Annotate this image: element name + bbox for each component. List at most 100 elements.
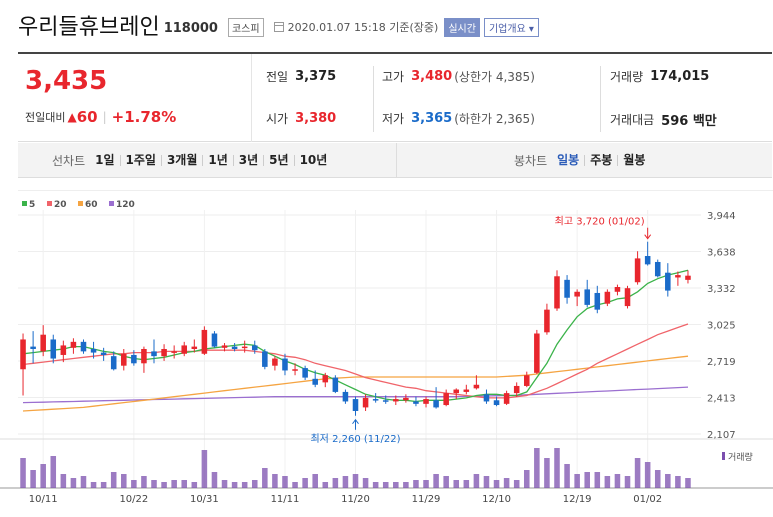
candle-body: [453, 389, 460, 394]
volume-bar: [654, 470, 661, 488]
candle-body: [30, 346, 36, 349]
volume-bar: [70, 478, 77, 488]
stock-header: 우리들휴브레인 118000 코스피 2020.01.07 15:18 기준(장…: [18, 10, 539, 40]
volume-bar: [292, 482, 298, 488]
candle-body: [302, 368, 308, 378]
candle-daily[interactable]: 일봉: [557, 154, 584, 166]
candle-body: [393, 399, 399, 402]
candle-body: [121, 353, 127, 366]
x-tick-label: 10/22: [119, 494, 148, 505]
candle-body: [131, 354, 137, 364]
candle-body: [90, 348, 97, 353]
volume-bar: [483, 476, 490, 488]
volume-bar: [675, 476, 681, 488]
line-chart-label: 선차트: [52, 154, 86, 168]
volume-bar: [322, 482, 329, 488]
period-1d[interactable]: 1일: [95, 154, 119, 166]
stock-code: 118000: [163, 20, 218, 36]
volume-bar: [584, 472, 590, 488]
volume-bar: [503, 478, 510, 488]
candle-body: [332, 377, 339, 392]
y-tick-label: 2,413: [707, 394, 736, 405]
company-name: 우리들휴브레인: [18, 15, 160, 40]
x-tick-label: 12/10: [482, 494, 511, 505]
volume-bar: [191, 482, 198, 488]
volume-bar: [332, 478, 339, 488]
volume-bar: [131, 480, 137, 488]
candle-weekly[interactable]: 주봉: [584, 154, 617, 166]
period-3y[interactable]: 3년: [232, 154, 263, 166]
period-tabs: 선차트 1일 1주일 3개월 1년 3년 5년 10년 봉차트 일봉 주봉 월봉: [18, 143, 772, 178]
quote-panel: 3,435 전일대비 ▲ 60 | +1.78% 전일 3,375 시가 3,3…: [18, 52, 772, 142]
volume-bar: [493, 480, 500, 488]
upper-limit: (상한가 4,385): [454, 70, 535, 84]
volume-bar: [30, 470, 36, 488]
high-annotation: 최고 3,720 (01/02): [555, 216, 645, 228]
candle-body: [312, 378, 318, 385]
candle-body: [80, 341, 87, 352]
candle-body: [262, 351, 268, 367]
candle-body: [221, 345, 228, 348]
low-value: 3,365: [411, 111, 453, 126]
period-1y[interactable]: 1년: [202, 154, 232, 166]
volume-bar: [443, 476, 449, 488]
realtime-button[interactable]: 실시간: [444, 17, 480, 37]
x-tick-label: 12/19: [563, 494, 592, 505]
legend-swatch: [78, 201, 83, 206]
volume-bar: [272, 474, 278, 488]
legend-label: 60: [85, 200, 98, 210]
amount-cell: 거래대금 596 백만: [610, 110, 717, 129]
high-value: 3,480: [411, 69, 453, 84]
candle-body: [443, 393, 449, 406]
candle-body: [473, 384, 480, 389]
candle-body: [634, 258, 641, 283]
period-1w[interactable]: 1주일: [119, 154, 161, 166]
volume-bar: [473, 474, 480, 488]
candle-body: [211, 333, 218, 347]
volume-label: 거래량: [610, 70, 644, 84]
period-5y[interactable]: 5년: [263, 154, 293, 166]
divider: [600, 66, 601, 132]
volume-bar: [231, 482, 238, 488]
volume-bar: [151, 480, 157, 488]
candle-body: [534, 333, 540, 373]
volume-cell: 거래량 174,015: [610, 68, 709, 85]
candle-body: [231, 346, 238, 349]
volume-bar: [453, 480, 460, 488]
volume-bar: [534, 448, 540, 488]
low-cell: 저가 3,365 (하한가 2,365): [382, 110, 535, 127]
prev-close-label: 전일: [266, 70, 289, 84]
candle-body: [544, 309, 550, 333]
market-badge: 코스피: [227, 17, 264, 37]
candle-body: [141, 348, 147, 364]
volume-bar: [644, 462, 651, 488]
high-cell: 고가 3,480 (상한가 4,385): [382, 68, 535, 85]
divider: |: [102, 110, 107, 124]
volume-bar: [523, 470, 530, 488]
change-percent: +1.78%: [111, 108, 177, 126]
period-3m[interactable]: 3개월: [160, 154, 202, 166]
volume-bar: [121, 474, 127, 488]
y-tick-label: 3,944: [707, 211, 736, 222]
candle-monthly[interactable]: 월봉: [617, 154, 650, 166]
low-annotation: 최저 2,260 (11/22): [310, 433, 400, 445]
company-overview-dropdown[interactable]: 기업개요 ▾: [483, 17, 539, 37]
volume-bar: [221, 480, 228, 488]
candle-body: [382, 400, 389, 402]
divider: [373, 66, 374, 132]
candle-body: [110, 356, 117, 370]
period-10y[interactable]: 10년: [293, 154, 333, 166]
volume-bar: [282, 476, 288, 488]
volume-bar: [241, 482, 248, 488]
volume-bar: [342, 476, 349, 488]
candle-body: [614, 287, 621, 292]
up-arrow-icon: ▲: [67, 110, 77, 124]
x-tick-label: 11/20: [341, 494, 370, 505]
candle-body: [403, 397, 409, 401]
change-row: 전일대비 ▲ 60 | +1.78%: [25, 108, 176, 126]
volume-bar: [181, 480, 188, 488]
volume-bar: [352, 474, 359, 488]
candle-body: [644, 256, 651, 265]
amount-value: 596 백만: [661, 114, 717, 129]
candle-body: [503, 393, 510, 404]
